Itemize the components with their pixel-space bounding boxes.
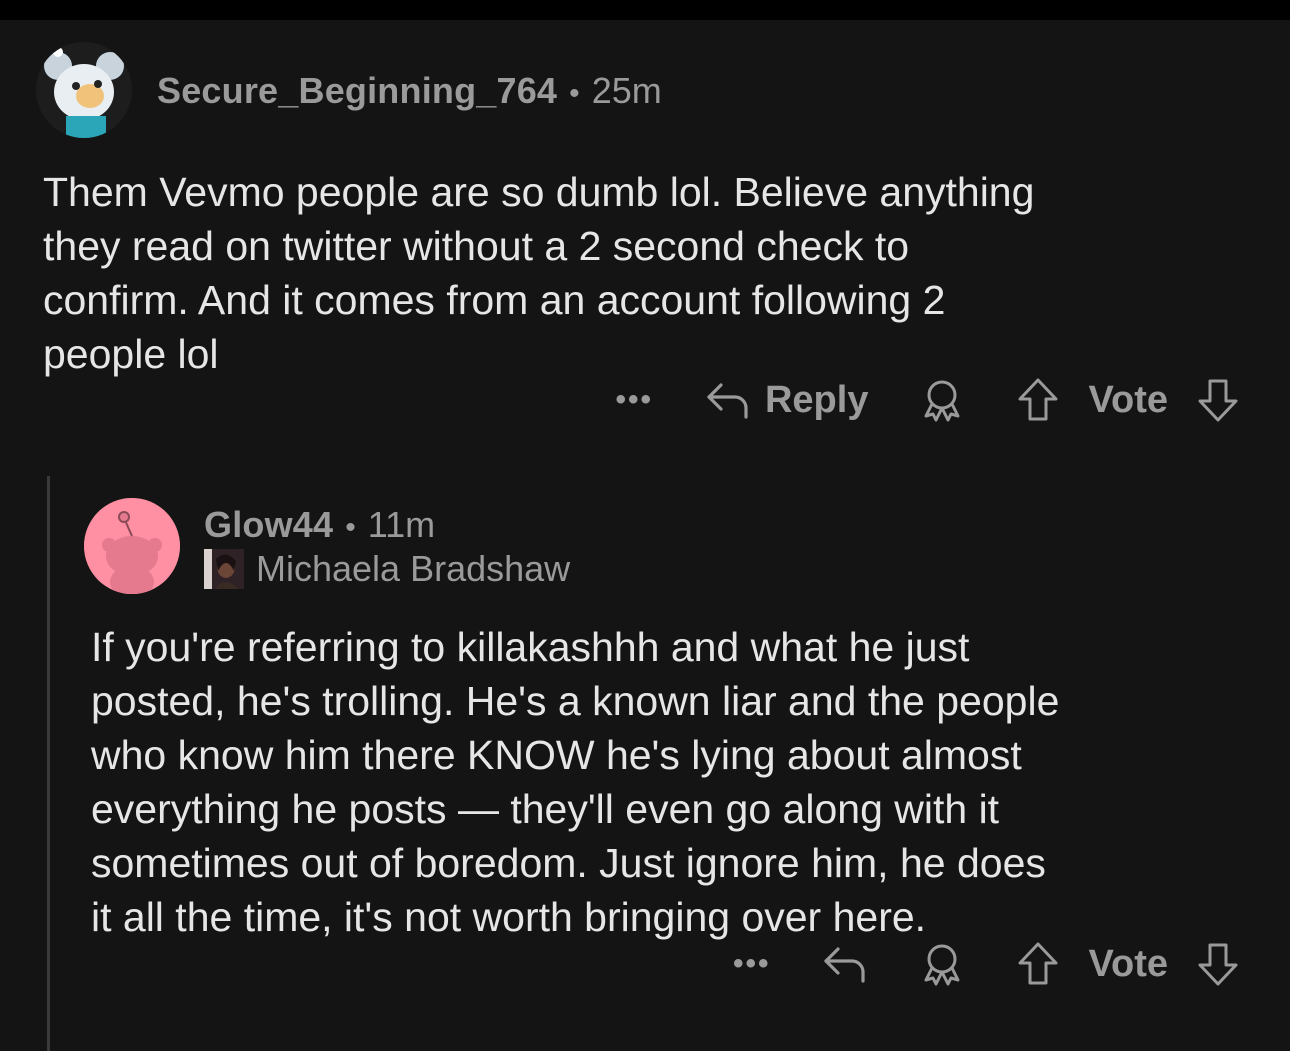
username[interactable]: Secure_Beginning_764 [157,70,557,112]
comment-1-actions: ••• Reply Vote [615,372,1240,428]
more-dots-icon[interactable]: ••• [615,383,653,417]
more-dots-icon[interactable]: ••• [733,947,771,981]
reply-arrow-icon[interactable] [705,379,751,421]
award-icon[interactable] [920,942,964,986]
comment-meta: Secure_Beginning_764 • 25m [157,70,662,112]
user-avatar[interactable] [84,498,180,594]
username[interactable]: Glow44 [204,504,333,546]
comment-body: If you're referring to killakashhh and w… [91,624,1060,940]
upvote-arrow-icon[interactable] [1016,941,1060,987]
top-bar [0,0,1290,20]
comment-meta: Glow44 • 11m [204,504,435,546]
koala-avatar-icon [36,42,132,138]
timestamp: 25m [591,70,662,111]
vote-count: Vote [1088,378,1168,421]
user-flair: Michaela Bradshaw [204,548,570,590]
vote-count: Vote [1088,942,1168,985]
downvote-arrow-icon[interactable] [1196,941,1240,987]
comment-2-actions: ••• Vote [733,936,1240,992]
comment-body: Them Vevmo people are so dumb lol. Belie… [43,169,1035,377]
reply-arrow-icon[interactable] [822,943,868,985]
flair-image [204,549,244,589]
flair-text: Michaela Bradshaw [256,548,571,589]
reply-button[interactable]: Reply [765,379,868,422]
timestamp: 11m [367,504,436,545]
meta-separator: • [569,77,580,110]
snoo-avatar-icon [84,498,180,594]
user-avatar[interactable] [36,42,132,138]
thread-line[interactable] [47,476,50,1051]
upvote-arrow-icon[interactable] [1016,377,1060,423]
downvote-arrow-icon[interactable] [1196,377,1240,423]
meta-separator: • [345,511,356,544]
award-icon[interactable] [920,378,964,422]
